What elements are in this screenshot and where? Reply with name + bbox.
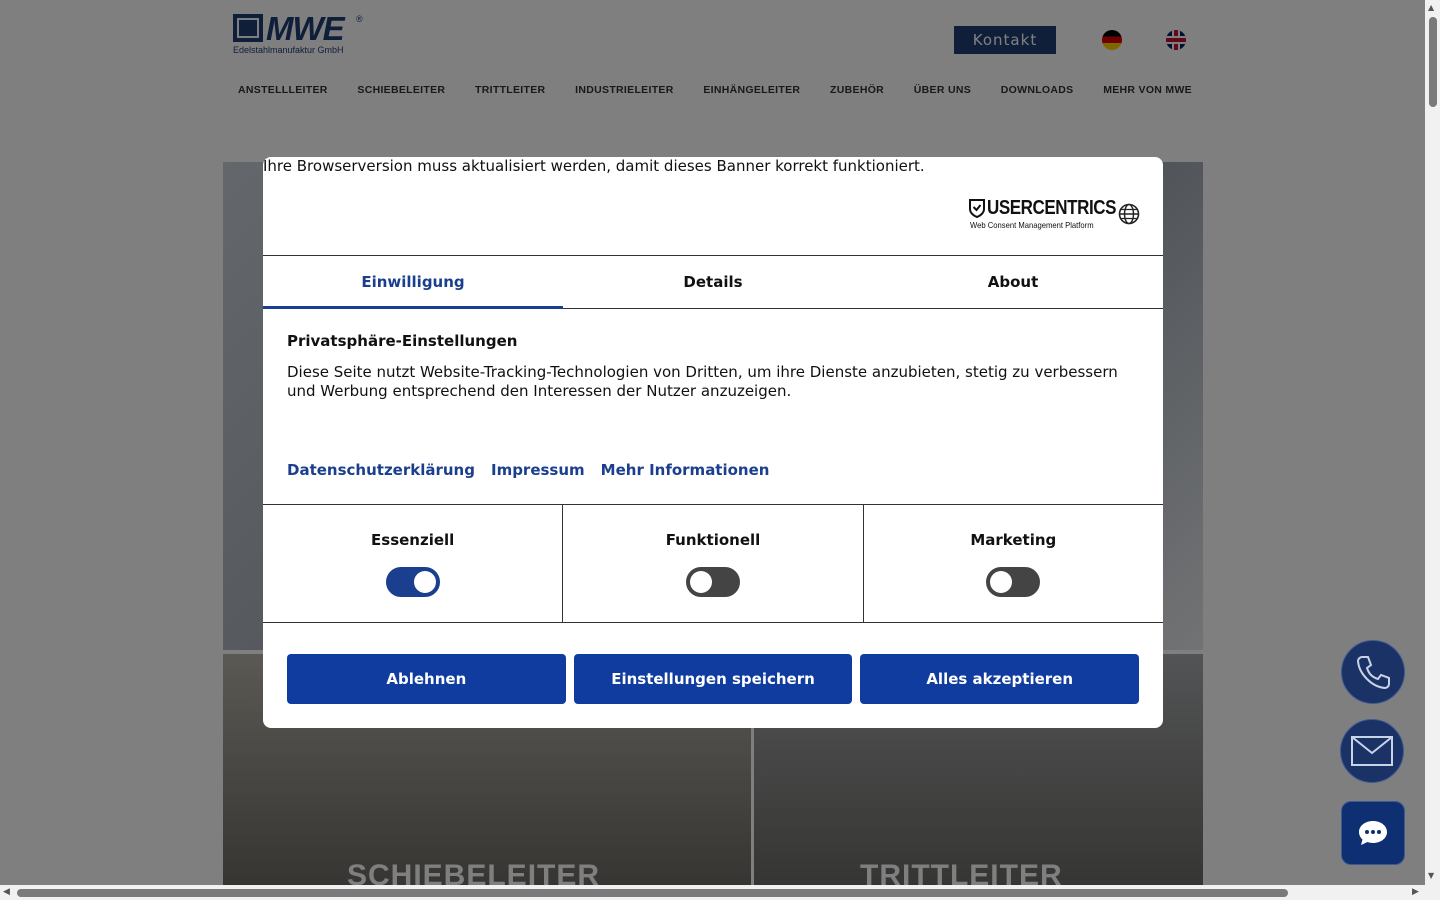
toggle-marketing[interactable]	[986, 567, 1041, 597]
category-marketing: Marketing	[864, 505, 1163, 622]
category-label: Essenziell	[371, 531, 455, 549]
scroll-right-arrow-icon[interactable]: ▶	[1412, 887, 1419, 897]
toggle-knob	[990, 571, 1013, 593]
scroll-left-arrow-icon[interactable]: ◀	[3, 887, 10, 897]
privacy-description: Diese Seite nutzt Website-Tracking-Techn…	[287, 363, 1118, 400]
consent-actions: Ablehnen Einstellungen speichern Alles a…	[287, 654, 1140, 704]
toggle-knob	[413, 571, 436, 593]
link-impressum[interactable]: Impressum	[491, 461, 585, 479]
usercentrics-title: USERCENTRICS	[987, 197, 1117, 219]
category-funktionell: Funktionell	[563, 505, 864, 622]
privacy-title: Privatsphäre-Einstellungen	[287, 332, 518, 350]
usercentrics-subtitle: Web Consent Management Platform	[970, 220, 1094, 230]
scrollbar-corner	[1425, 885, 1440, 900]
browser-warning: Ihre Browserversion muss aktualisiert we…	[263, 157, 925, 175]
category-label: Marketing	[970, 531, 1057, 549]
tab-about[interactable]: About	[863, 256, 1163, 308]
link-mehr-informationen[interactable]: Mehr Informationen	[601, 461, 770, 479]
consent-banner: Ihre Browserversion muss aktualisiert we…	[263, 157, 1163, 728]
shield-icon	[969, 199, 985, 218]
toggle-funktionell[interactable]	[685, 567, 740, 597]
toggle-knob	[689, 571, 712, 593]
category-essenziell: Essenziell	[263, 505, 564, 622]
category-label: Funktionell	[665, 531, 761, 549]
accept-all-button[interactable]: Alles akzeptieren	[860, 654, 1140, 704]
mail-icon	[1351, 736, 1393, 766]
chat-button[interactable]	[1341, 801, 1405, 865]
tab-details[interactable]: Details	[563, 256, 863, 308]
toggle-essenziell[interactable]	[385, 567, 440, 597]
scroll-down-arrow-icon[interactable]: ▼	[1428, 871, 1434, 880]
save-settings-button[interactable]: Einstellungen speichern	[573, 654, 853, 704]
phone-icon	[1356, 656, 1390, 690]
globe-icon[interactable]	[1118, 203, 1140, 225]
consent-tabs: Einwilligung Details About	[263, 255, 1163, 309]
scroll-up-arrow-icon[interactable]: ▲	[1428, 3, 1434, 12]
horizontal-scrollbar[interactable]: ◀ ▶	[0, 885, 1425, 900]
mail-button[interactable]	[1340, 719, 1404, 783]
vertical-scroll-thumb[interactable]	[1429, 17, 1437, 107]
link-datenschutz[interactable]: Datenschutzerklärung	[287, 461, 475, 479]
tab-einwilligung[interactable]: Einwilligung	[263, 256, 563, 309]
vertical-scrollbar[interactable]: ▲ ▼	[1425, 0, 1440, 885]
reject-button[interactable]: Ablehnen	[287, 654, 566, 704]
phone-button[interactable]	[1341, 640, 1405, 704]
usercentrics-logo: USERCENTRICS Web Consent Management Plat…	[969, 197, 1116, 231]
horizontal-scroll-thumb[interactable]	[17, 889, 1288, 897]
consent-categories: Essenziell Funktionell Marketing	[263, 504, 1163, 623]
chat-icon	[1359, 821, 1387, 845]
policy-links: Datenschutzerklärung Impressum Mehr Info…	[287, 461, 769, 479]
